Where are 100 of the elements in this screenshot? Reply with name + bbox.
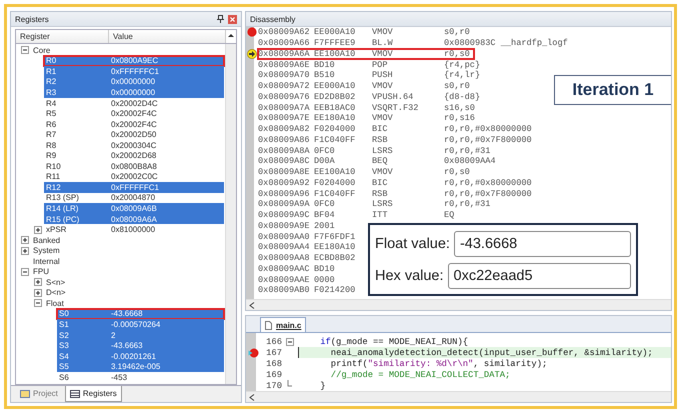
scrollbar[interactable] — [246, 391, 671, 402]
register-row[interactable]: S<n> — [44, 277, 224, 288]
register-row[interactable]: R0 0x0800A9EC — [44, 56, 224, 66]
address-text: 0x08009A82 — [258, 124, 311, 134]
instruction-row[interactable]: 0x08009A8A 0FC0 LSRS r0,r0,#31 — [258, 145, 494, 156]
instruction-row[interactable]: 0x08009A76 ED2D8B02 VPUSH.64 {d8-d8} — [258, 92, 484, 102]
instruction-row[interactable]: 0x08009A82 F0204000 BIC r0,r0,#0x80000000 — [258, 124, 536, 134]
register-row[interactable]: R10 0x0800B8A8 — [44, 161, 224, 172]
register-name: R7 — [46, 130, 58, 140]
expand-icon[interactable] — [34, 278, 42, 286]
instruction-row[interactable]: 0x08009A9C BF04 ITT EQ — [258, 210, 458, 220]
panel-title: Disassembly — [250, 14, 296, 24]
register-row[interactable]: FPU — [31, 266, 224, 278]
register-row[interactable]: Banked — [31, 234, 224, 246]
close-icon[interactable] — [228, 14, 237, 24]
operands-text: s0,r0 — [444, 27, 471, 38]
register-row[interactable]: xPSR 0x81000000 — [44, 224, 224, 235]
instruction-row[interactable]: 0x08009A7A EEB18AC0 VSQRT.F32 s16,s0 — [258, 102, 479, 113]
hex-value-field[interactable]: 0xc22eaad5 — [448, 262, 631, 288]
register-row[interactable]: R2 0x00000000 — [44, 76, 224, 88]
instruction-row[interactable]: 0x08009A9E 2001 — [258, 220, 372, 232]
breakpoint-icon[interactable] — [248, 348, 258, 358]
register-row[interactable]: R5 0x20002F4C — [44, 108, 224, 119]
scrollbar[interactable] — [225, 44, 236, 384]
mnemonic-text: PUSH — [372, 70, 394, 80]
register-row[interactable]: Internal — [31, 256, 224, 266]
register-row[interactable]: R6 0x20002F4C — [44, 118, 224, 130]
register-value: -43.6663 — [111, 341, 143, 350]
operands-text: r0,r0,#0x7F800000 — [444, 188, 533, 199]
expand-icon[interactable] — [20, 236, 28, 244]
breakpoint-icon[interactable] — [247, 27, 257, 38]
register-row[interactable]: S5 3.19462e-005 — [57, 361, 224, 372]
pin-icon[interactable] — [217, 15, 224, 23]
register-name: R13 (SP) — [46, 193, 80, 202]
instruction-row[interactable]: 0x08009A6A EE100A10 VMOV r0,s0 — [258, 48, 474, 60]
register-row[interactable]: R8 0x2000304C — [44, 140, 224, 150]
collapse-icon[interactable] — [20, 268, 28, 276]
instruction-row[interactable]: 0x08009A6E BD10 POP {r4,pc} — [258, 59, 484, 70]
opcode-text: F0214200 — [314, 285, 356, 296]
register-row[interactable]: R1 0xFFFFFFC1 — [44, 66, 224, 77]
scroll-left-icon[interactable] — [249, 302, 255, 308]
register-row[interactable]: Float — [44, 298, 224, 309]
register-name: S4 — [59, 352, 70, 361]
register-name: R6 — [46, 120, 58, 129]
instruction-row[interactable]: 0x08009AAC BD10 — [258, 264, 372, 274]
register-row[interactable]: S6 -453 — [57, 372, 224, 382]
panel-tab[interactable]: Registers — [64, 386, 122, 402]
scrollbar[interactable] — [246, 299, 671, 310]
register-row[interactable]: R15 (PC) 0x08009A6A — [44, 214, 224, 224]
register-row[interactable]: R7 0x20002D50 — [44, 129, 224, 140]
register-row[interactable]: R11 0x20002C0C — [44, 172, 224, 182]
register-row[interactable]: R14 (LR) 0x08009A6B — [44, 203, 224, 214]
panel-tab[interactable]: Project — [15, 386, 63, 402]
instruction-row[interactable]: 0x08009A92 F0204000 BIC r0,r0,#0x80000000 — [258, 178, 536, 188]
instruction-row[interactable]: 0x08009A86 F1C040FF RSB r0,r0,#0x7F800000 — [258, 134, 536, 146]
register-value: 0x0800B8A8 — [111, 162, 157, 171]
instruction-row[interactable]: 0x08009A7E EE180A10 VMOV r0,s16 — [258, 113, 479, 124]
instruction-row[interactable]: 0x08009A70 B510 PUSH {r4,lr} — [258, 70, 484, 81]
instruction-row[interactable]: 0x08009A96 F1C040FF RSB r0,r0,#0x7F800000 — [258, 188, 536, 199]
register-row[interactable]: R9 0x20002D68 — [44, 150, 224, 162]
instruction-row[interactable]: 0x08009A8C D00A BEQ 0x08009AA4 — [258, 156, 500, 167]
expand-icon[interactable] — [20, 246, 28, 255]
expand-icon[interactable] — [34, 288, 42, 297]
instruction-row[interactable]: 0x08009AA0 F7F6FDF1 — [258, 231, 372, 242]
register-row[interactable]: S4 -0.00201261 — [57, 350, 224, 362]
instruction-row[interactable]: 0x08009AA8 ECBD8B02 — [258, 252, 372, 264]
register-row[interactable]: S3 -43.6663 — [57, 340, 224, 351]
opcode-text: D00A — [314, 156, 336, 166]
register-row[interactable]: System — [31, 245, 224, 256]
instruction-row[interactable]: 0x08009AB0 F0214200 — [258, 285, 372, 296]
collapse-icon[interactable] — [20, 46, 28, 54]
instruction-row[interactable]: 0x08009A8E EE100A10 VMOV r0,s0 — [258, 166, 474, 178]
register-row[interactable]: R3 0x00000000 — [44, 87, 224, 98]
register-row[interactable]: R13 (SP) 0x20004870 — [44, 192, 224, 204]
register-row[interactable]: D<n> — [44, 288, 224, 298]
register-row[interactable]: R12 0xFFFFFFC1 — [44, 182, 224, 193]
column-header[interactable]: Value — [109, 30, 226, 43]
mnemonic-text: BIC — [372, 178, 388, 188]
column-header[interactable]: Register — [16, 30, 109, 43]
register-row[interactable]: R4 0x20002D4C — [44, 98, 224, 108]
opcode-text: B510 — [314, 70, 336, 80]
iteration-label: Iteration 1 — [554, 75, 671, 105]
register-row[interactable]: S0 -43.6668 — [57, 308, 224, 320]
file-tab[interactable]: main.c — [260, 317, 306, 332]
scroll-left-icon[interactable] — [249, 394, 255, 400]
register-row[interactable]: S1 -0.000570264 — [57, 319, 224, 330]
register-value: 0x00000000 — [111, 88, 156, 97]
opcode-text: BD10 — [314, 60, 336, 70]
instruction-row[interactable]: 0x08009A62 EE000A10 VMOV s0,r0 — [258, 27, 474, 38]
register-row[interactable]: S2 2 — [57, 330, 224, 340]
instruction-row[interactable]: 0x08009AA4 EE180A10 — [258, 242, 372, 253]
instruction-row[interactable]: 0x08009A66 F7FFFEE9 BL.W 0x0800983C __hardfp_logf — [258, 38, 572, 48]
collapse-icon[interactable] — [286, 338, 294, 346]
collapse-icon[interactable] — [34, 299, 42, 308]
instruction-row[interactable]: 0x08009A9A 0FC0 LSRS r0,r0,#31 — [258, 199, 494, 210]
instruction-row[interactable]: 0x08009AAE 0000 — [258, 274, 372, 285]
instruction-row[interactable]: 0x08009A72 EE000A10 VMOV s0,r0 — [258, 80, 474, 92]
float-value-field[interactable]: -43.6668 — [454, 230, 631, 256]
expand-icon[interactable] — [34, 226, 42, 234]
register-row[interactable]: Core — [31, 45, 224, 56]
